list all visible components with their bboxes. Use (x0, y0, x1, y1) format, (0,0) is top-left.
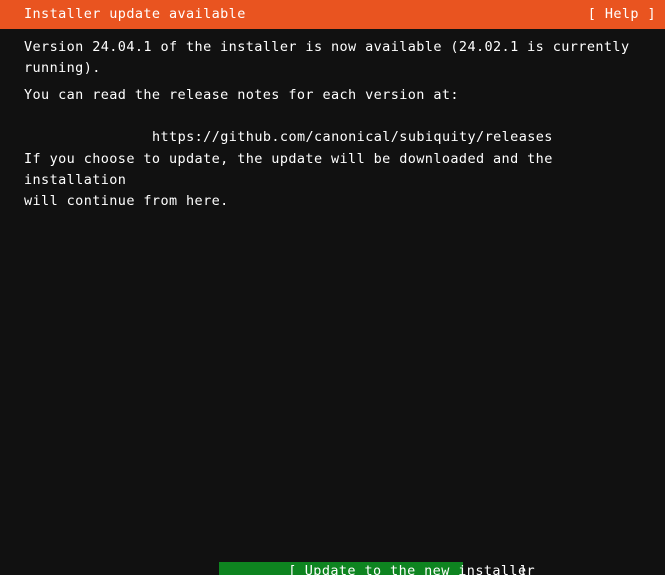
bracket-left-icon: [ (288, 563, 297, 575)
release-notes-url: https://github.com/canonical/subiquity/r… (152, 129, 553, 145)
update-installer-button[interactable]: [ Update to the new installer] (219, 543, 534, 575)
header-bar: Installer update available [ Help ] (0, 0, 665, 29)
bracket-right-icon: ] (518, 563, 528, 575)
release-notes-paragraph: You can read the release notes for each … (24, 87, 459, 103)
button-list: [Update to the new installer] [Continue … (219, 543, 535, 575)
installer-screen: Installer update available [ Help ] Vers… (0, 0, 665, 575)
version-paragraph: Version 24.04.1 of the installer is now … (24, 39, 630, 76)
update-behavior-paragraph: If you choose to update, the update will… (24, 151, 553, 209)
help-button[interactable]: [ Help ] (588, 4, 656, 25)
main-content: Version 24.04.1 of the installer is now … (0, 29, 665, 575)
page-title: Installer update available (24, 6, 246, 22)
button-label: Update to the new installer (304, 563, 536, 575)
